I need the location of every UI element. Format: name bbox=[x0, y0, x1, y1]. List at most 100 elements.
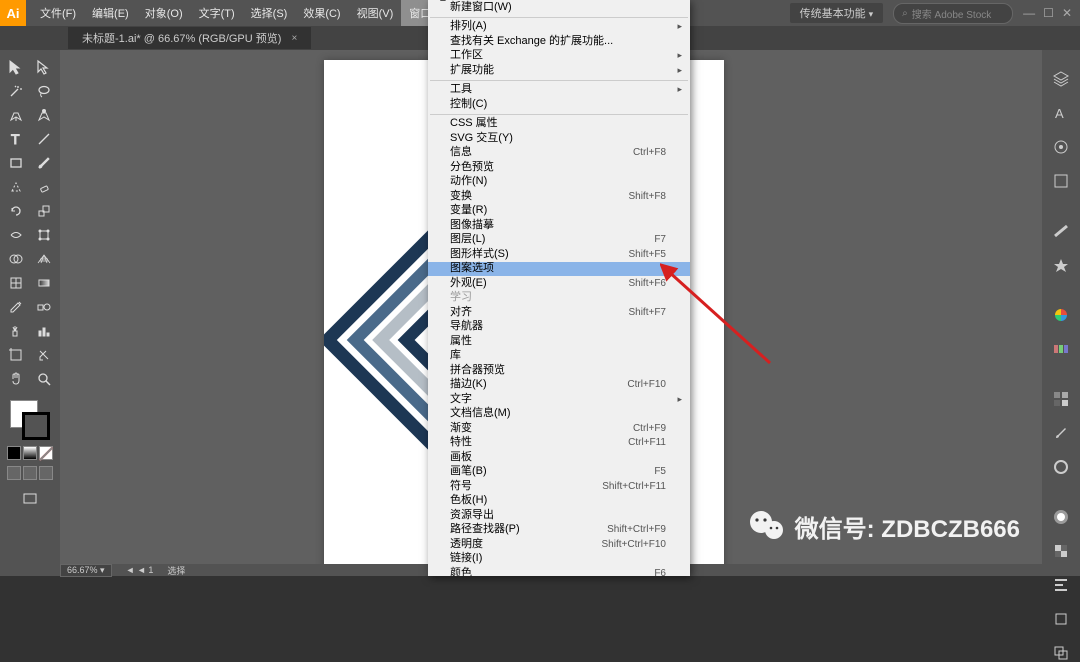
appearance-panel-icon[interactable] bbox=[1049, 138, 1073, 156]
menu-item[interactable]: 画板 bbox=[428, 450, 690, 465]
free-transform-tool[interactable] bbox=[31, 224, 57, 246]
menu-item[interactable]: 拼合器预览 bbox=[428, 363, 690, 378]
menu-item[interactable]: 图像描摹 bbox=[428, 218, 690, 233]
search-input[interactable]: ⌕ 搜索 Adobe Stock bbox=[893, 3, 1013, 24]
menubar-item-4[interactable]: 选择(S) bbox=[243, 0, 296, 26]
lasso-tool[interactable] bbox=[31, 80, 57, 102]
draw-inside[interactable] bbox=[39, 466, 53, 480]
rotate-tool[interactable] bbox=[3, 200, 29, 222]
menu-item[interactable]: 查找有关 Exchange 的扩展功能... bbox=[428, 34, 690, 49]
fill-stroke-swatch[interactable] bbox=[10, 400, 50, 440]
menu-item[interactable]: 变量(R) bbox=[428, 204, 690, 219]
menu-item[interactable]: 特性Ctrl+F11 bbox=[428, 436, 690, 451]
line-segment-tool[interactable] bbox=[31, 128, 57, 150]
artboard-nav[interactable]: ◄ ◄ 1 bbox=[126, 565, 154, 575]
curvature-tool[interactable] bbox=[31, 104, 57, 126]
document-tab[interactable]: 未标题-1.ai* @ 66.67% (RGB/GPU 预览) × bbox=[68, 27, 311, 49]
menubar-item-5[interactable]: 效果(C) bbox=[295, 0, 348, 26]
menu-item[interactable]: 库 bbox=[428, 349, 690, 364]
direct-selection-tool[interactable] bbox=[31, 56, 57, 78]
menubar-item-6[interactable]: 视图(V) bbox=[349, 0, 402, 26]
gradient-panel-icon[interactable] bbox=[1049, 508, 1073, 526]
workspace-switcher[interactable]: 传统基本功能 ▾ bbox=[790, 3, 884, 23]
close-tab-icon[interactable]: × bbox=[291, 33, 297, 44]
close-button[interactable]: ✕ bbox=[1062, 6, 1072, 20]
artboards-panel-icon[interactable] bbox=[1049, 172, 1073, 190]
draw-behind[interactable] bbox=[23, 466, 37, 480]
menubar-item-0[interactable]: 文件(F) bbox=[32, 0, 84, 26]
character-panel-icon[interactable]: A bbox=[1049, 104, 1073, 122]
menu-item[interactable]: 描边(K)Ctrl+F10 bbox=[428, 378, 690, 393]
menu-item[interactable]: 变换Shift+F8 bbox=[428, 189, 690, 204]
symbols-panel-icon[interactable] bbox=[1049, 256, 1073, 274]
rectangle-tool[interactable] bbox=[3, 152, 29, 174]
type-tool[interactable]: T bbox=[3, 128, 29, 150]
brushes-panel-icon[interactable] bbox=[1049, 424, 1073, 442]
width-tool[interactable] bbox=[3, 224, 29, 246]
menu-item[interactable]: 对齐Shift+F7 bbox=[428, 305, 690, 320]
minimize-button[interactable]: — bbox=[1023, 6, 1035, 20]
gradient-tool[interactable] bbox=[31, 272, 57, 294]
menu-item[interactable]: 图形样式(S)Shift+F5 bbox=[428, 247, 690, 262]
menu-item[interactable]: 路径查找器(P)Shift+Ctrl+F9 bbox=[428, 523, 690, 538]
shape-builder-tool[interactable] bbox=[3, 248, 29, 270]
menu-item[interactable]: 外观(E)Shift+F6 bbox=[428, 276, 690, 291]
color-mode-solid[interactable] bbox=[7, 446, 21, 460]
draw-normal[interactable] bbox=[7, 466, 21, 480]
blend-tool[interactable] bbox=[31, 296, 57, 318]
menu-item[interactable]: 透明度Shift+Ctrl+F10 bbox=[428, 537, 690, 552]
menu-item[interactable]: CSS 属性 bbox=[428, 117, 690, 132]
hand-tool[interactable] bbox=[3, 368, 29, 390]
transparency-panel-icon[interactable] bbox=[1049, 542, 1073, 560]
menu-item[interactable]: 动作(N) bbox=[428, 175, 690, 190]
menu-item[interactable]: 渐变Ctrl+F9 bbox=[428, 421, 690, 436]
menu-item[interactable]: 资源导出 bbox=[428, 508, 690, 523]
menu-item[interactable]: 分色预览 bbox=[428, 160, 690, 175]
scale-tool[interactable] bbox=[31, 200, 57, 222]
column-graph-tool[interactable] bbox=[31, 320, 57, 342]
menu-item[interactable]: 色板(H) bbox=[428, 494, 690, 509]
eyedropper-tool[interactable] bbox=[3, 296, 29, 318]
selection-tool[interactable] bbox=[3, 56, 29, 78]
symbol-sprayer-tool[interactable] bbox=[3, 320, 29, 342]
screen-mode-button[interactable] bbox=[17, 488, 43, 510]
zoom-tool[interactable] bbox=[31, 368, 57, 390]
color-panel-icon[interactable] bbox=[1049, 306, 1073, 324]
menu-item[interactable]: 图层(L)F7 bbox=[428, 233, 690, 248]
color-mode-none[interactable] bbox=[39, 446, 53, 460]
menu-item[interactable]: 链接(I) bbox=[428, 552, 690, 567]
stroke-panel-icon[interactable] bbox=[1049, 222, 1073, 240]
swatches-panel-icon[interactable] bbox=[1049, 390, 1073, 408]
graphic-styles-panel-icon[interactable] bbox=[1049, 458, 1073, 476]
color-guide-panel-icon[interactable] bbox=[1049, 340, 1073, 358]
transform-panel-icon[interactable] bbox=[1049, 610, 1073, 628]
menu-item[interactable]: 符号Shift+Ctrl+F11 bbox=[428, 479, 690, 494]
artboard-tool[interactable] bbox=[3, 344, 29, 366]
align-panel-icon[interactable] bbox=[1049, 576, 1073, 594]
mesh-tool[interactable] bbox=[3, 272, 29, 294]
menubar-item-2[interactable]: 对象(O) bbox=[137, 0, 191, 26]
menu-item[interactable]: 画笔(B)F5 bbox=[428, 465, 690, 480]
menu-item[interactable]: 工作区 bbox=[428, 49, 690, 64]
menu-item[interactable]: 导航器 bbox=[428, 320, 690, 335]
maximize-button[interactable]: ☐ bbox=[1043, 6, 1054, 20]
menu-item[interactable]: 属性 bbox=[428, 334, 690, 349]
pathfinder-panel-icon[interactable] bbox=[1049, 644, 1073, 662]
menu-item[interactable]: 颜色F6 bbox=[428, 566, 690, 576]
magic-wand-tool[interactable] bbox=[3, 80, 29, 102]
menu-item[interactable]: 信息Ctrl+F8 bbox=[428, 146, 690, 161]
menu-item[interactable]: 工具 bbox=[428, 83, 690, 98]
eraser-tool[interactable] bbox=[31, 176, 57, 198]
layers-panel-icon[interactable] bbox=[1049, 70, 1073, 88]
menu-item[interactable]: 文档信息(M) bbox=[428, 407, 690, 422]
menu-item[interactable]: SVG 交互(Y) bbox=[428, 131, 690, 146]
menu-item[interactable]: 图案选项 bbox=[428, 262, 690, 277]
menubar-item-1[interactable]: 编辑(E) bbox=[84, 0, 137, 26]
menu-item[interactable]: 扩展功能 bbox=[428, 63, 690, 78]
menu-item[interactable]: 排列(A) bbox=[428, 20, 690, 35]
menu-item[interactable]: 控制(C) bbox=[428, 97, 690, 112]
menu-item[interactable]: 新建窗口(W) bbox=[428, 0, 690, 15]
shaper-tool[interactable] bbox=[3, 176, 29, 198]
perspective-grid-tool[interactable] bbox=[31, 248, 57, 270]
zoom-level[interactable]: 66.67% ▾ bbox=[60, 564, 112, 577]
